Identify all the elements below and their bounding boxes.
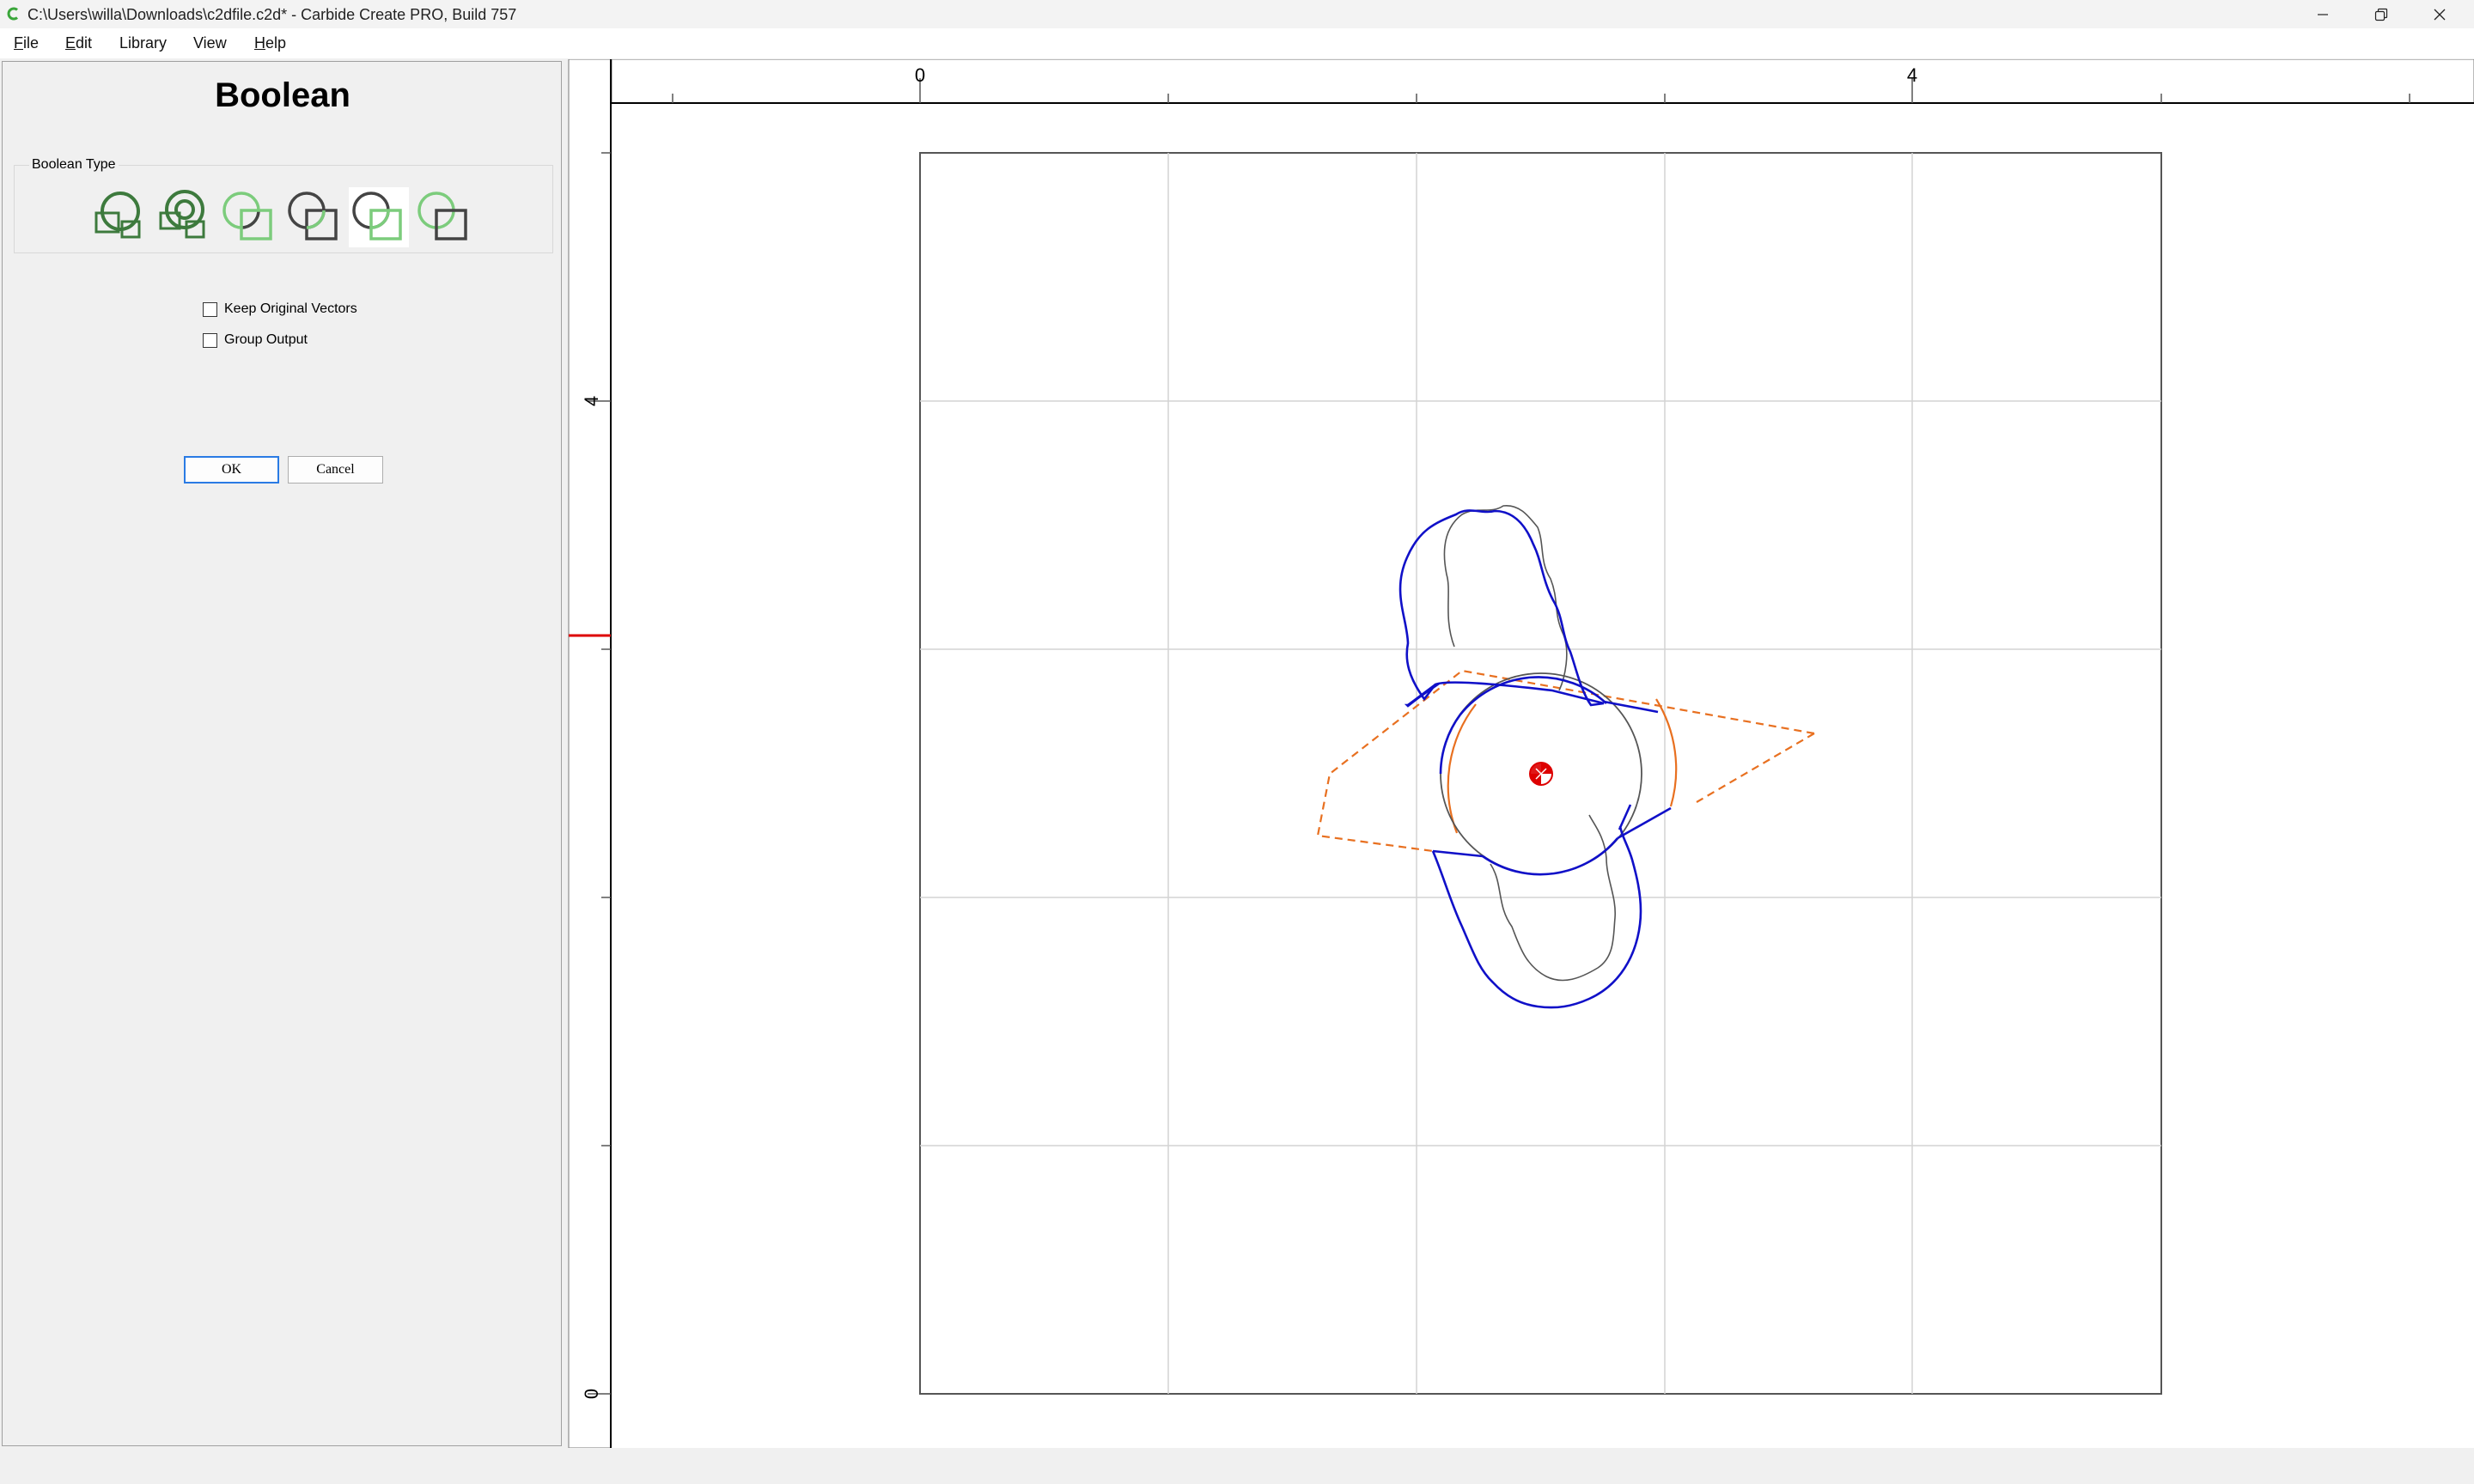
ok-button[interactable]: OK (184, 456, 279, 484)
group-output-checkbox[interactable] (203, 332, 217, 348)
boolean-subtract-reverse-button[interactable] (284, 187, 344, 247)
restore-icon (2374, 8, 2388, 21)
carbide-create-logo-icon (7, 7, 18, 21)
ruler-top-label-0: 0 (915, 64, 925, 86)
keep-original-vectors-row[interactable]: Keep Original Vectors (203, 300, 357, 319)
subtract-icon (222, 192, 272, 240)
origin-marker[interactable] (1529, 762, 1553, 786)
ruler-left-label-0: 0 (581, 1389, 602, 1399)
ruler-left: 4 0 (568, 58, 612, 1449)
cancel-button[interactable]: Cancel (288, 456, 383, 484)
menu-edit[interactable]: Edit (65, 33, 92, 52)
menu-bar: File Edit Library View Help (0, 28, 2474, 58)
status-strip (0, 1448, 2474, 1484)
menu-library[interactable]: Library (119, 33, 167, 52)
window-title: C:\Users\willa\Downloads\c2dfile.c2d* - … (27, 6, 517, 23)
menu-help[interactable]: Help (254, 33, 286, 52)
group-output-row[interactable]: Group Output (203, 331, 308, 350)
close-button[interactable] (2410, 0, 2470, 28)
keep-original-vectors-label: Keep Original Vectors (224, 301, 357, 316)
ruler-top: 0 4 (611, 58, 2474, 104)
title-bar: C:\Users\willa\Downloads\c2dfile.c2d* - … (0, 0, 2474, 28)
design-canvas[interactable]: 0 4 4 0 (567, 58, 2474, 1449)
ruler-left-label-4: 4 (581, 396, 602, 406)
menu-file[interactable]: File (14, 33, 39, 52)
boolean-union-button[interactable] (89, 187, 149, 247)
panel-title: Boolean (215, 76, 350, 114)
group-output-label: Group Output (224, 332, 308, 347)
close-icon (2434, 9, 2446, 20)
exclude-icon (417, 192, 467, 240)
boolean-intersect-button[interactable] (349, 187, 409, 247)
boolean-type-label: Boolean Type (29, 156, 119, 173)
boolean-exclude-button[interactable] (414, 187, 474, 247)
boolean-panel: Boolean Boolean Type Keep Original Vecto… (2, 61, 562, 1446)
minimize-icon (2318, 13, 2328, 15)
subtract-reverse-icon (288, 192, 338, 240)
menu-view[interactable]: View (193, 33, 227, 52)
minimize-button[interactable] (2293, 0, 2353, 28)
combine-icon (159, 190, 205, 239)
union-icon (94, 192, 141, 239)
keep-original-vectors-checkbox[interactable] (203, 301, 217, 317)
boolean-subtract-button[interactable] (219, 187, 279, 247)
boolean-combine-button[interactable] (154, 187, 214, 247)
ruler-top-label-4: 4 (1907, 64, 1917, 86)
intersect-icon (352, 192, 402, 240)
restore-button[interactable] (2351, 0, 2411, 28)
